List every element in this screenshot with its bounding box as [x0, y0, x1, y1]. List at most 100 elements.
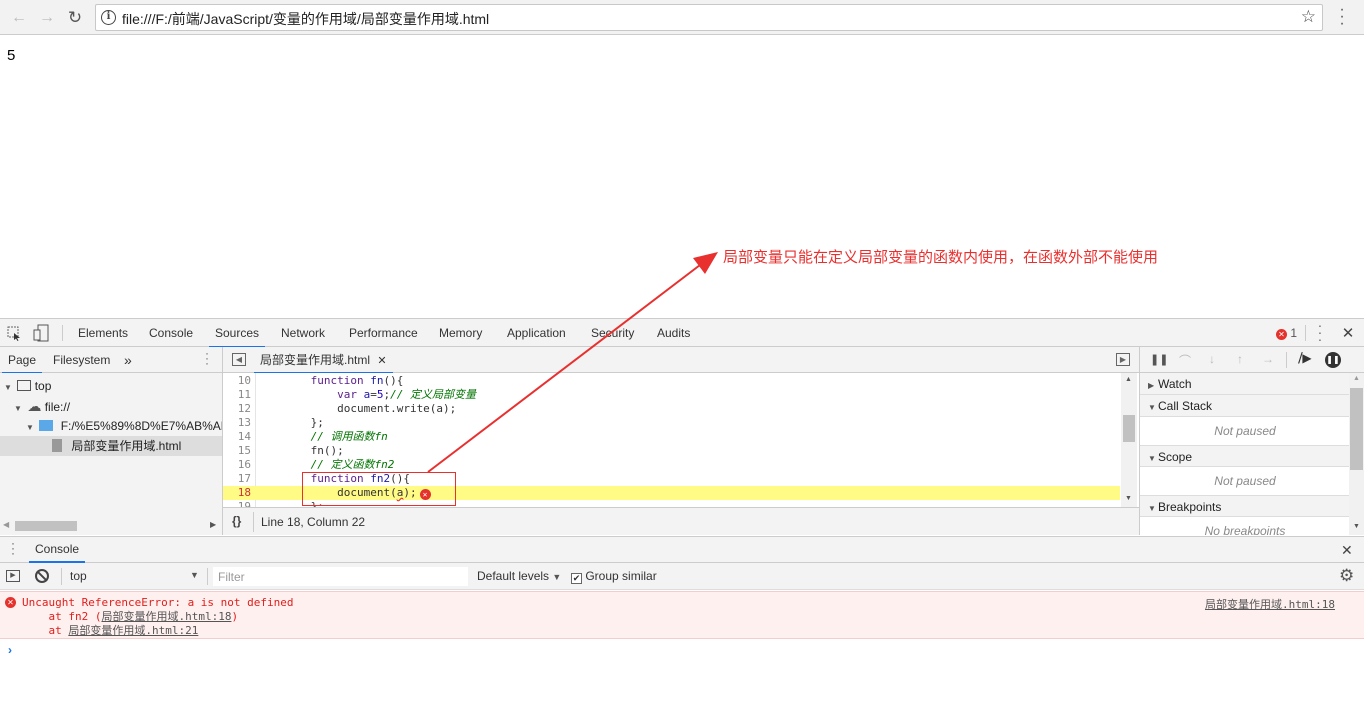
group-similar-checkbox[interactable]: ✔	[571, 573, 582, 584]
toolbar-divider	[253, 512, 254, 532]
debugger-vscrollbar[interactable]: ▲ ▼	[1349, 373, 1364, 535]
scroll-left-icon: ◀	[3, 520, 10, 529]
stack-link[interactable]: 局部变量作用域.html:21	[68, 624, 198, 637]
more-tabs-button[interactable]: »	[124, 347, 132, 373]
pane-title: Watch	[1158, 377, 1192, 391]
toggle-debugger-button[interactable]: ▶	[1116, 353, 1130, 366]
line-number[interactable]: 10	[223, 374, 251, 388]
tab-performance[interactable]: Performance	[349, 319, 418, 347]
line-number[interactable]: 12	[223, 402, 251, 416]
info-icon[interactable]: i	[101, 10, 116, 25]
console-prompt[interactable]: ›	[8, 643, 12, 657]
call-stack-pane-header[interactable]: ▼ Call Stack	[1140, 395, 1350, 417]
close-drawer-button[interactable]: ✕	[1341, 542, 1353, 559]
step-out-icon: ↑	[1237, 352, 1243, 366]
toggle-navigator-button[interactable]: ◀	[232, 353, 246, 366]
url-text[interactable]: file:///F:/前端/JavaScript/变量的作用域/局部变量作用域.…	[122, 9, 489, 29]
navigator-menu-button[interactable]: · · ·	[203, 347, 211, 369]
tab-filesystem[interactable]: Filesystem	[53, 347, 110, 373]
stack-link[interactable]: 局部变量作用域.html:18	[101, 610, 231, 623]
line-number[interactable]: 16	[223, 458, 251, 472]
expand-icon: ▼	[4, 383, 12, 392]
file-icon	[52, 439, 62, 452]
line-number[interactable]: 18	[223, 486, 251, 500]
forward-button[interactable]: →	[36, 7, 58, 29]
more-vert-icon: · · ·	[205, 346, 209, 370]
device-toolbar-button[interactable]	[33, 324, 49, 342]
tree-item-file-origin[interactable]: ▼ ☁ file://	[0, 396, 222, 416]
tab-open-file[interactable]: 局部变量作用域.html ✕	[254, 347, 393, 374]
inspect-element-button[interactable]	[6, 325, 22, 341]
error-counter[interactable]: ✕ 1	[1276, 326, 1297, 340]
star-icon[interactable]: ☆	[1301, 7, 1316, 27]
scrollbar-thumb[interactable]	[1350, 388, 1363, 470]
pane-divider	[1139, 347, 1140, 373]
scrollbar-thumb[interactable]	[1123, 415, 1135, 442]
error-count: 1	[1290, 326, 1298, 340]
step-button[interactable]: →	[1260, 352, 1276, 366]
group-similar-option[interactable]: ✔ Group similar	[571, 569, 657, 584]
pretty-print-button[interactable]: {}	[232, 514, 241, 528]
scope-pane-header[interactable]: ▼ Scope	[1140, 445, 1350, 467]
scroll-right-icon: ▶	[210, 520, 217, 529]
line-number[interactable]: 15	[223, 444, 251, 458]
console-filter-input[interactable]	[213, 567, 468, 586]
line-number[interactable]: 11	[223, 388, 251, 402]
code-line[interactable]: 14 // 调用函数fn	[223, 430, 1123, 444]
tab-application[interactable]: Application	[507, 319, 566, 347]
pause-icon: ❚❚	[1150, 354, 1169, 366]
tree-item-folder[interactable]: ▼ F:/%E5%89%8D%E7%AB%AF/JavaScript	[0, 416, 222, 436]
reload-button[interactable]: ↻	[64, 7, 86, 29]
clear-console-button[interactable]	[35, 569, 49, 583]
code-line[interactable]: 10 function fn(){	[223, 374, 1123, 388]
tab-sources[interactable]: Sources	[208, 319, 266, 348]
tab-elements[interactable]: Elements	[78, 319, 128, 347]
drawer-tab-console[interactable]: Console	[28, 537, 86, 563]
pause-button[interactable]: ❚❚	[1150, 353, 1168, 366]
tab-security[interactable]: Security	[591, 319, 634, 347]
context-selector[interactable]: top ▼	[62, 563, 204, 589]
tree-label: top	[34, 379, 52, 393]
editor-vscrollbar[interactable]: ▲ ▼	[1121, 373, 1137, 507]
more-vert-icon[interactable]: · · ·	[1335, 2, 1349, 32]
tree-label: 局部变量作用域.html	[71, 439, 182, 453]
line-number[interactable]: 14	[223, 430, 251, 444]
devtools-menu-button[interactable]: · · ·	[1314, 318, 1326, 346]
deactivate-breakpoints-button[interactable]: ⧸▶	[1295, 351, 1315, 366]
close-devtools-button[interactable]: ✕	[1340, 324, 1356, 342]
code-line[interactable]: 13 };	[223, 416, 1123, 430]
tree-item-top[interactable]: ▼ top	[0, 376, 222, 396]
step-over-button[interactable]: ⌒	[1176, 352, 1194, 369]
code-line[interactable]: 16 // 定义函数fn2	[223, 458, 1123, 472]
navigator-hscrollbar[interactable]: ◀ ▶	[0, 519, 222, 533]
close-file-icon[interactable]: ✕	[377, 355, 386, 367]
scrollbar-thumb[interactable]	[15, 521, 77, 531]
back-button[interactable]: ←	[8, 7, 30, 29]
code-line[interactable]: 15 fn();	[223, 444, 1123, 458]
tab-page[interactable]: Page	[1, 347, 43, 374]
step-out-button[interactable]: ↑	[1234, 352, 1246, 366]
line-number[interactable]: 19	[223, 500, 251, 507]
pause-on-exceptions-button[interactable]: ❚❚	[1325, 352, 1341, 368]
console-settings-button[interactable]: ⚙	[1339, 566, 1354, 586]
log-levels-dropdown[interactable]: Default levels ▼	[477, 569, 561, 583]
tree-item-html-file[interactable]: 局部变量作用域.html	[0, 436, 222, 456]
tab-memory[interactable]: Memory	[439, 319, 482, 347]
show-sidebar-button[interactable]: ▶	[6, 570, 20, 582]
line-number[interactable]: 13	[223, 416, 251, 430]
error-source-link[interactable]: 局部变量作用域.html:18	[1205, 596, 1335, 612]
drawer-menu-button[interactable]: · · ·	[11, 537, 15, 559]
close-icon: ✕	[1341, 542, 1353, 558]
step-into-button[interactable]: ↓	[1206, 352, 1218, 366]
levels-label: Default levels	[477, 569, 550, 583]
line-number[interactable]: 17	[223, 472, 251, 486]
address-bar[interactable]: i file:///F:/前端/JavaScript/变量的作用域/局部变量作用…	[95, 4, 1323, 31]
cloud-icon: ☁	[27, 398, 42, 414]
code-line[interactable]: 12 document.write(a);	[223, 402, 1123, 416]
watch-pane-header[interactable]: ▶ Watch	[1140, 373, 1350, 395]
tab-console[interactable]: Console	[149, 319, 193, 347]
tab-network[interactable]: Network	[281, 319, 325, 347]
code-line[interactable]: 11 var a=5;// 定义局部变量	[223, 388, 1123, 402]
tab-audits[interactable]: Audits	[657, 319, 690, 347]
breakpoints-pane-header[interactable]: ▼ Breakpoints	[1140, 495, 1350, 517]
